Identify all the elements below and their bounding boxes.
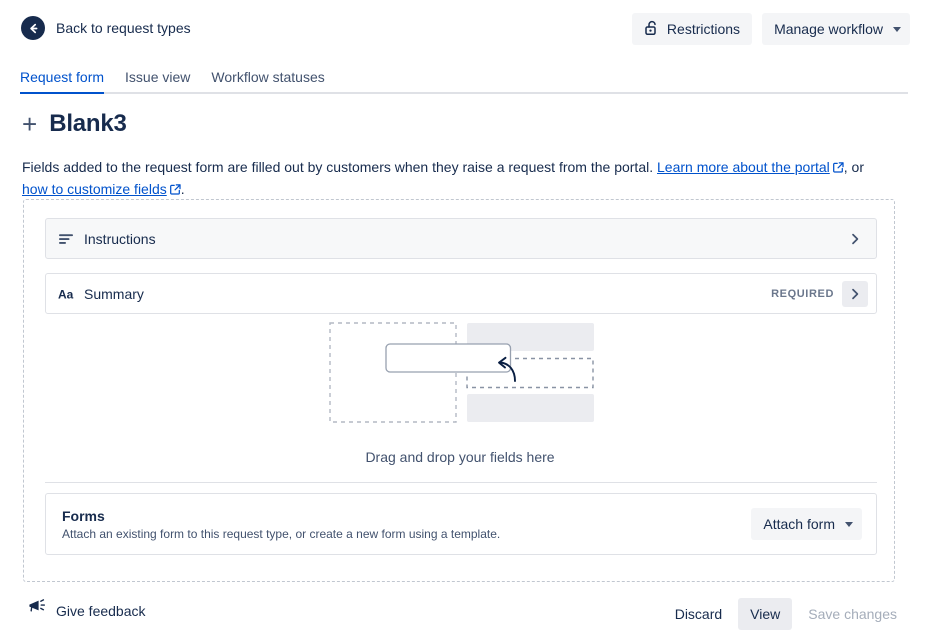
attach-form-label: Attach form [763, 516, 835, 532]
view-label: View [750, 606, 781, 622]
tab-workflow-statuses[interactable]: Workflow statuses [211, 69, 324, 92]
back-link-label: Back to request types [56, 20, 191, 36]
bottom-bar-actions: Discard View Save changes [663, 598, 909, 630]
discard-button[interactable]: Discard [663, 598, 734, 630]
field-row-summary[interactable]: Aa Summary REQUIRED [45, 273, 877, 314]
form-fields-dropzone[interactable]: Instructions Aa Summary REQUIRED Drag an… [23, 199, 895, 582]
give-feedback-label: Give feedback [56, 602, 146, 619]
page-title: Blank3 [49, 110, 127, 137]
field-label-summary: Summary [84, 285, 144, 302]
forms-card-title: Forms [62, 507, 105, 524]
external-link-icon-2 [169, 180, 181, 201]
chevron-down-icon-attach [845, 521, 853, 527]
back-to-request-types-link[interactable]: Back to request types [21, 16, 191, 40]
forms-card-subtitle: Attach an existing form to this request … [62, 526, 501, 541]
tab-bar: Request form Issue view Workflow statuse… [20, 66, 908, 94]
field-label-instructions: Instructions [84, 230, 156, 247]
tab-request-form[interactable]: Request form [20, 69, 105, 94]
description-text-part1: Fields added to the request form are fil… [22, 159, 657, 175]
field-row-list: Instructions Aa Summary REQUIRED [45, 218, 877, 328]
give-feedback-button[interactable]: Give feedback [27, 599, 146, 622]
unlock-icon [644, 20, 659, 39]
attach-form-button[interactable]: Attach form [751, 508, 862, 540]
bottom-bar: Give feedback Discard View Save changes [0, 588, 928, 642]
svg-text:Aa: Aa [58, 287, 74, 301]
field-row-instructions[interactable]: Instructions [45, 218, 877, 259]
manage-workflow-button[interactable]: Manage workflow [762, 13, 910, 45]
tab-request-form-label: Request form [20, 69, 105, 85]
restrictions-label: Restrictions [666, 21, 741, 37]
manage-workflow-label: Manage workflow [774, 21, 883, 37]
description-text-part3: . [180, 181, 185, 197]
tab-workflow-statuses-label: Workflow statuses [211, 69, 325, 85]
request-form-editor-page: Back to request types Restrictions Manag… [0, 0, 928, 642]
page-description: Fields added to the request form are fil… [22, 157, 894, 201]
expand-summary-chevron-right-icon[interactable] [842, 280, 868, 307]
chevron-down-icon [893, 26, 901, 32]
restrictions-button[interactable]: Restrictions [631, 13, 753, 45]
external-link-icon [832, 158, 844, 179]
megaphone-icon [27, 599, 47, 622]
drag-and-drop-hint: Drag and drop your fields here [365, 449, 555, 465]
tab-issue-view[interactable]: Issue view [125, 69, 190, 92]
drag-drop-illustration [329, 322, 594, 427]
forms-card-text: Forms Attach an existing form to this re… [62, 508, 500, 541]
expand-instructions-chevron-right-icon[interactable] [842, 226, 868, 252]
arrow-left-circle-icon [21, 16, 45, 40]
tab-issue-view-label: Issue view [125, 69, 191, 85]
view-button[interactable]: View [738, 598, 793, 630]
top-bar-actions: Restrictions Manage workflow [631, 13, 910, 45]
save-changes-button: Save changes [796, 598, 909, 630]
forms-divider [45, 482, 877, 483]
paragraph-lines-icon [58, 232, 80, 246]
status-badge-required: REQUIRED [771, 287, 834, 300]
discard-label: Discard [674, 606, 723, 622]
text-aa-icon: Aa [58, 287, 80, 301]
save-changes-label: Save changes [808, 606, 897, 622]
page-title-row: + Blank3 [22, 110, 127, 138]
plus-icon[interactable]: + [22, 111, 37, 137]
top-bar: Back to request types Restrictions Manag… [0, 0, 928, 58]
forms-card: Forms Attach an existing form to this re… [45, 493, 877, 555]
customize-fields-link[interactable]: how to customize fields [22, 181, 167, 197]
learn-more-portal-link[interactable]: Learn more about the portal [657, 159, 830, 175]
description-text-part2: , or [843, 159, 865, 175]
